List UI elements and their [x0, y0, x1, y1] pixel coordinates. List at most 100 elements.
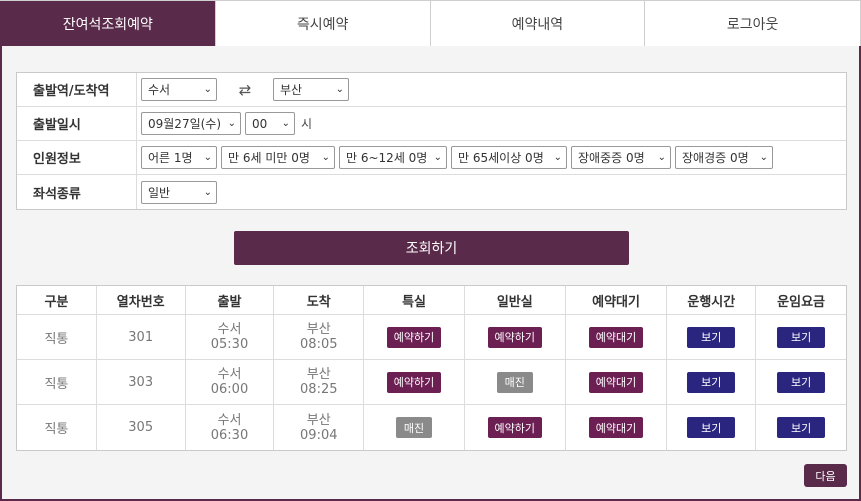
general-reserve-button[interactable]: 예약하기 [487, 326, 543, 348]
search-form: 출발역/도착역 수서 ⌄ ⇄ 부산 ⌄ 출발일시 09월27일(수) ⌄ 00 … [16, 72, 847, 210]
main-panel: 출발역/도착역 수서 ⌄ ⇄ 부산 ⌄ 출발일시 09월27일(수) ⌄ 00 … [0, 46, 861, 501]
child-count-select[interactable]: 만 6~12세 0명 ⌄ [339, 146, 447, 169]
table-row: 직통 301 수서 05:30 부산 08:05 예약하기 예약하기 예약대기 [17, 315, 846, 360]
general-soldout-badge: 매진 [496, 371, 533, 393]
station-label: 출발역/도착역 [17, 73, 137, 106]
form-row-passengers: 인원정보 어른 1명 ⌄ 만 6세 미만 0명 ⌄ 만 6~12세 0명 ⌄ 만… [17, 141, 846, 175]
chevron-down-icon: ⌄ [433, 152, 442, 163]
next-button[interactable]: 다음 [804, 464, 847, 487]
severe-disability-count-select[interactable]: 장애중증 0명 ⌄ [571, 146, 671, 169]
departure-station-value: 수서 [148, 83, 171, 97]
row-arrival: 부산 08:25 [274, 360, 365, 404]
running-time-view-button[interactable]: 보기 [687, 417, 736, 438]
passenger-label: 인원정보 [17, 141, 137, 174]
chevron-down-icon: ⌄ [203, 84, 212, 95]
tab-instant-reservation[interactable]: 즉시예약 [214, 1, 430, 47]
form-row-seat: 좌석종류 일반 ⌄ [17, 175, 846, 209]
special-reserve-button[interactable]: 예약하기 [386, 326, 442, 348]
seat-label: 좌석종류 [17, 175, 137, 209]
row-train-number: 305 [97, 405, 186, 450]
header-arrival: 도착 [274, 286, 365, 314]
infant-count-select[interactable]: 만 6세 미만 0명 ⌄ [221, 146, 335, 169]
app-frame: 잔여석조회예약 즉시예약 예약내역 로그아웃 출발역/도착역 수서 ⌄ ⇄ 부산… [0, 0, 861, 501]
mild-disability-count-value: 장애경증 0명 [682, 151, 749, 165]
hour-select[interactable]: 00 ⌄ [245, 112, 295, 135]
table-header: 구분 열차번호 출발 도착 특실 일반실 예약대기 운행시간 운임요금 [17, 286, 846, 315]
departure-station: 수서 [217, 412, 242, 428]
general-reserve-button[interactable]: 예약하기 [487, 417, 543, 438]
header-type: 구분 [17, 286, 97, 314]
chevron-down-icon: ⌄ [203, 152, 212, 163]
chevron-down-icon: ⌄ [657, 152, 666, 163]
mild-disability-count-select[interactable]: 장애경증 0명 ⌄ [675, 146, 773, 169]
child-count-value: 만 6~12세 0명 [346, 151, 428, 165]
results-table: 구분 열차번호 출발 도착 특실 일반실 예약대기 운행시간 운임요금 직통 3… [16, 285, 847, 451]
senior-count-value: 만 65세이상 0명 [458, 151, 544, 165]
special-soldout-badge: 매진 [395, 417, 433, 438]
table-row: 직통 303 수서 06:00 부산 08:25 예약하기 매진 예약대기 보기… [17, 360, 846, 405]
form-row-date: 출발일시 09월27일(수) ⌄ 00 ⌄ 시 [17, 107, 846, 141]
row-arrival: 부산 09:04 [274, 405, 365, 450]
arrival-station-select[interactable]: 부산 ⌄ [273, 78, 349, 101]
date-value: 09월27일(수) [148, 117, 222, 131]
header-special: 특실 [364, 286, 465, 314]
waitlist-button[interactable]: 예약대기 [588, 326, 644, 348]
hour-value: 00 [252, 116, 268, 131]
row-type: 직통 [17, 360, 97, 404]
departure-station-select[interactable]: 수서 ⌄ [141, 78, 217, 101]
search-button[interactable]: 조회하기 [234, 231, 629, 265]
waitlist-button[interactable]: 예약대기 [588, 417, 644, 438]
chevron-down-icon: ⌄ [281, 118, 290, 129]
row-departure: 수서 06:00 [186, 360, 275, 404]
chevron-down-icon: ⌄ [759, 152, 768, 163]
chevron-down-icon: ⌄ [553, 152, 562, 163]
arrival-station: 부산 [306, 367, 331, 382]
running-time-view-button[interactable]: 보기 [687, 371, 736, 393]
arrival-station: 부산 [306, 412, 331, 428]
infant-count-value: 만 6세 미만 0명 [228, 151, 310, 165]
tab-seat-inquiry[interactable]: 잔여석조회예약 [0, 1, 215, 47]
tab-reservation-history[interactable]: 예약내역 [429, 1, 645, 47]
chevron-down-icon: ⌄ [203, 186, 212, 198]
table-row: 직통 305 수서 06:30 부산 09:04 매진 예약하기 예약대기 보기… [17, 405, 846, 450]
form-row-station: 출발역/도착역 수서 ⌄ ⇄ 부산 ⌄ [17, 73, 846, 107]
chevron-down-icon: ⌄ [227, 118, 236, 129]
row-arrival: 부산 08:05 [274, 315, 365, 359]
header-running-time: 운행시간 [667, 286, 757, 314]
departure-time: 05:30 [210, 337, 249, 352]
departure-station: 수서 [217, 322, 242, 337]
waitlist-button[interactable]: 예약대기 [588, 371, 644, 393]
tab-logout[interactable]: 로그아웃 [644, 1, 860, 47]
header-general: 일반실 [465, 286, 566, 314]
row-departure: 수서 05:30 [186, 315, 275, 359]
departure-station: 수서 [217, 367, 242, 382]
chevron-down-icon: ⌄ [321, 152, 330, 163]
arrival-time: 08:05 [300, 337, 338, 352]
seat-type-select[interactable]: 일반 ⌄ [141, 180, 217, 204]
arrival-time: 09:04 [300, 427, 338, 443]
severe-disability-count-value: 장애중증 0명 [578, 151, 645, 165]
date-label: 출발일시 [17, 107, 137, 140]
adult-count-select[interactable]: 어른 1명 ⌄ [141, 146, 217, 169]
tab-bar: 잔여석조회예약 즉시예약 예약내역 로그아웃 [0, 0, 861, 47]
header-train-number: 열차번호 [97, 286, 186, 314]
special-reserve-button[interactable]: 예약하기 [386, 371, 442, 393]
swap-arrows-icon[interactable]: ⇄ [221, 81, 269, 99]
date-select[interactable]: 09월27일(수) ⌄ [141, 112, 241, 135]
arrival-time: 08:25 [300, 382, 338, 397]
arrival-station-value: 부산 [280, 83, 303, 97]
departure-time: 06:00 [210, 382, 249, 397]
row-departure: 수서 06:30 [186, 405, 275, 450]
header-departure: 출발 [186, 286, 275, 314]
departure-time: 06:30 [210, 427, 249, 443]
row-train-number: 303 [97, 360, 186, 404]
senior-count-select[interactable]: 만 65세이상 0명 ⌄ [451, 146, 567, 169]
fare-view-button[interactable]: 보기 [776, 371, 826, 393]
row-train-number: 301 [97, 315, 186, 359]
fare-view-button[interactable]: 보기 [776, 326, 826, 348]
fare-view-button[interactable]: 보기 [776, 417, 826, 438]
seat-type-value: 일반 [148, 185, 171, 200]
header-waitlist: 예약대기 [566, 286, 668, 314]
hour-unit: 시 [301, 117, 313, 131]
running-time-view-button[interactable]: 보기 [687, 326, 736, 348]
